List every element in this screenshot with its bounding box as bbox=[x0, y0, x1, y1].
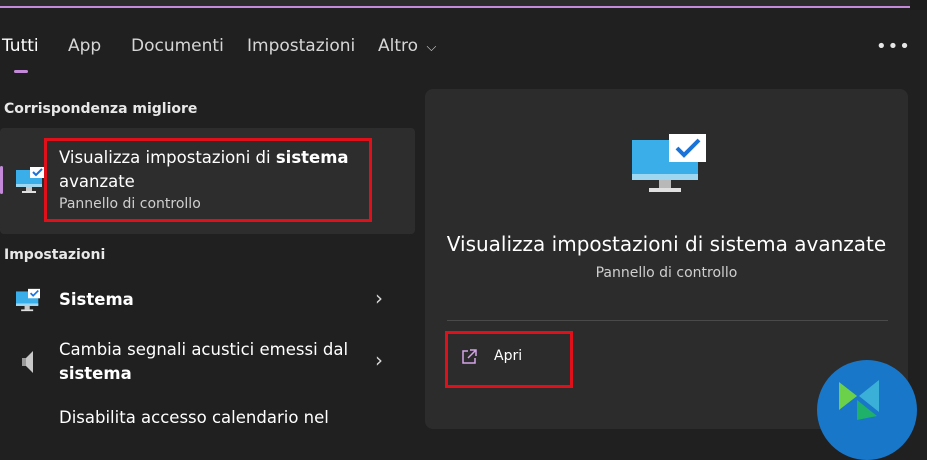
list-item-label-bold: sistema bbox=[59, 364, 132, 383]
selection-indicator bbox=[0, 166, 3, 194]
tab-documents[interactable]: Documenti bbox=[131, 36, 224, 56]
detail-subtitle: Pannello di controllo bbox=[595, 265, 738, 281]
watermark-logo bbox=[817, 360, 917, 460]
tab-all[interactable]: Tutti bbox=[2, 36, 39, 56]
list-item-segnali-acustici[interactable]: Cambia segnali acustici emessi dal siste… bbox=[0, 338, 415, 390]
tab-settings[interactable]: Impostazioni bbox=[247, 36, 355, 56]
chevron-right-icon: › bbox=[375, 286, 383, 310]
list-item-label: Cambia segnali acustici emessi dal siste… bbox=[59, 338, 348, 386]
chevron-down-icon: ⌵ bbox=[426, 40, 437, 55]
tab-apps[interactable]: App bbox=[68, 36, 101, 56]
search-bar[interactable] bbox=[0, 0, 910, 8]
list-item-calendario[interactable]: Disabilita accesso calendario nel bbox=[0, 406, 415, 427]
speaker-icon bbox=[20, 348, 36, 380]
window-edge bbox=[910, 0, 927, 10]
active-tab-indicator bbox=[14, 70, 28, 73]
monitor-check-icon bbox=[631, 134, 707, 198]
list-item-label-part1: Cambia segnali acustici emessi dal bbox=[59, 340, 349, 359]
list-item-label: Disabilita accesso calendario nel bbox=[59, 408, 329, 427]
best-match-heading: Corrispondenza migliore bbox=[4, 101, 198, 117]
divider bbox=[447, 320, 888, 321]
tab-more[interactable]: Altro ⌵ bbox=[378, 36, 436, 56]
list-item-sistema[interactable]: Sistema › bbox=[0, 280, 415, 320]
tab-more-label: Altro bbox=[378, 36, 419, 56]
detail-title: Visualizza impostazioni di sistema avanz… bbox=[446, 232, 887, 256]
list-item-label: Sistema bbox=[59, 290, 134, 309]
monitor-check-icon bbox=[14, 166, 46, 198]
chevron-right-icon: › bbox=[375, 348, 383, 372]
more-options-button[interactable]: ••• bbox=[876, 36, 911, 57]
highlight-box-best-match bbox=[44, 138, 372, 222]
highlight-box-open bbox=[445, 331, 573, 388]
monitor-check-icon bbox=[14, 288, 42, 316]
settings-heading: Impostazioni bbox=[4, 247, 106, 263]
